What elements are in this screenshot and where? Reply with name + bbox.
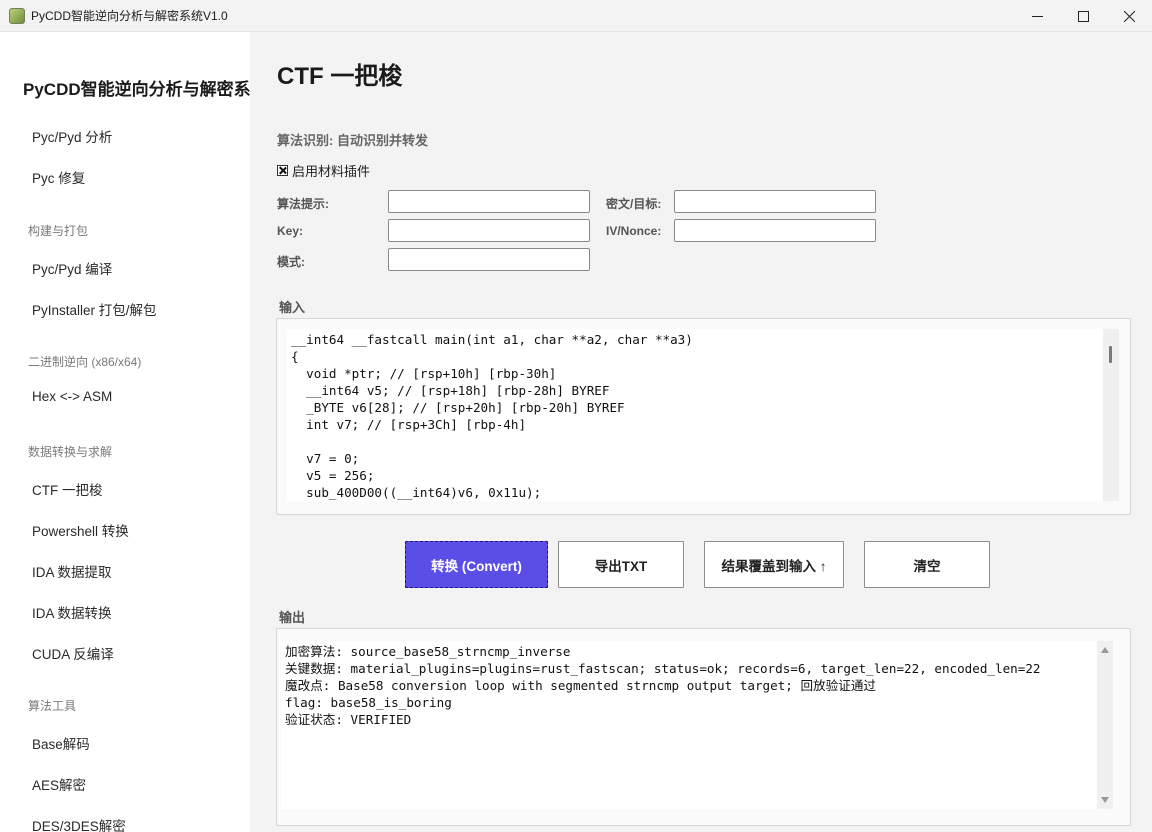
material-plugin-label: 启用材料插件 <box>292 164 371 179</box>
input-scroll-thumb[interactable] <box>1109 346 1112 363</box>
input-textarea[interactable]: __int64 __fastcall main(int a1, char **a… <box>287 329 1119 501</box>
export-txt-button[interactable]: 导出TXT <box>558 541 684 588</box>
sidebar-section-build: 构建与打包 <box>28 224 89 238</box>
clear-button[interactable]: 清空 <box>864 541 990 588</box>
output-scrollbar[interactable] <box>1097 641 1113 809</box>
close-button[interactable] <box>1106 0 1152 32</box>
material-plugin-checkbox[interactable]: 启用材料插件 <box>277 161 370 180</box>
mode-input[interactable] <box>388 248 590 271</box>
cipher-target-label: 密文/目标: <box>606 197 662 211</box>
input-label: 输入 <box>279 300 306 315</box>
scroll-down-arrow-icon[interactable] <box>1101 797 1109 803</box>
output-frame: 加密算法: source_base58_strncmp_inverse 关键数据… <box>276 628 1131 826</box>
close-icon <box>1123 10 1135 22</box>
sidebar-item-aes-decrypt[interactable]: AES解密 <box>32 774 86 794</box>
sidebar-item-powershell[interactable]: Powershell 转换 <box>32 520 129 540</box>
sidebar-section-data: 数据转换与求解 <box>28 445 113 459</box>
minimize-icon <box>1031 15 1043 17</box>
maximize-button[interactable] <box>1060 0 1106 32</box>
window-title: PyCDD智能逆向分析与解密系统V1.0 <box>31 9 228 23</box>
overwrite-input-button[interactable]: 结果覆盖到输入 ↑ <box>704 541 844 588</box>
page-title: CTF 一把梭 <box>277 63 403 90</box>
window-controls <box>1014 0 1152 32</box>
output-textarea[interactable]: 加密算法: source_base58_strncmp_inverse 关键数据… <box>281 641 1113 809</box>
key-input[interactable] <box>388 219 590 242</box>
sidebar-item-pyc-pyd-compile[interactable]: Pyc/Pyd 编译 <box>32 258 112 278</box>
iv-nonce-label: IV/Nonce: <box>606 224 662 238</box>
mode-label: 模式: <box>277 255 305 269</box>
sidebar-item-pyc-pyd-analysis[interactable]: Pyc/Pyd 分析 <box>32 126 112 146</box>
sidebar-section-binary: 二进制逆向 (x86/x64) <box>28 355 142 369</box>
sidebar: PyCDD智能逆向分析与解密系统V1.0 Pyc/Pyd 分析 Pyc 修复 构… <box>0 32 250 832</box>
sidebar-section-algo: 算法工具 <box>28 699 77 713</box>
sidebar-item-ida-convert[interactable]: IDA 数据转换 <box>32 602 112 622</box>
sidebar-app-title: PyCDD智能逆向分析与解密系统V1.0 <box>23 80 250 99</box>
convert-button[interactable]: 转换 (Convert) <box>405 541 548 588</box>
sidebar-item-pyinstaller[interactable]: PyInstaller 打包/解包 <box>32 299 157 319</box>
algorithm-identification: 算法识别: 自动识别并转发 <box>277 133 428 148</box>
input-code[interactable]: __int64 __fastcall main(int a1, char **a… <box>287 329 1119 501</box>
app-icon <box>9 7 25 24</box>
sidebar-item-ctf[interactable]: CTF 一把梭 <box>32 479 103 499</box>
sidebar-item-pyc-repair[interactable]: Pyc 修复 <box>32 167 85 187</box>
checkbox-checked-icon[interactable] <box>277 165 288 176</box>
input-frame: __int64 __fastcall main(int a1, char **a… <box>276 318 1131 515</box>
scroll-up-arrow-icon[interactable] <box>1101 647 1109 653</box>
sidebar-item-cuda-decompile[interactable]: CUDA 反编译 <box>32 643 114 663</box>
main-panel: CTF 一把梭 算法识别: 自动识别并转发 启用材料插件 算法提示: 密文/目标… <box>250 32 1152 832</box>
algo-hint-label: 算法提示: <box>277 197 329 211</box>
output-label: 输出 <box>279 610 306 625</box>
title-bar: PyCDD智能逆向分析与解密系统V1.0 <box>0 0 1152 32</box>
cipher-target-input[interactable] <box>674 190 876 213</box>
key-label: Key: <box>277 224 304 238</box>
output-text[interactable]: 加密算法: source_base58_strncmp_inverse 关键数据… <box>281 641 1113 728</box>
sidebar-item-ida-extract[interactable]: IDA 数据提取 <box>32 561 112 581</box>
input-scrollbar[interactable] <box>1103 329 1119 501</box>
algo-hint-input[interactable] <box>388 190 590 213</box>
minimize-button[interactable] <box>1014 0 1060 32</box>
sidebar-item-des-decrypt[interactable]: DES/3DES解密 <box>32 815 126 832</box>
sidebar-item-base-decode[interactable]: Base解码 <box>32 733 90 753</box>
maximize-icon <box>1077 10 1089 22</box>
sidebar-item-hex-asm[interactable]: Hex <-> ASM <box>32 389 112 404</box>
iv-nonce-input[interactable] <box>674 219 876 242</box>
